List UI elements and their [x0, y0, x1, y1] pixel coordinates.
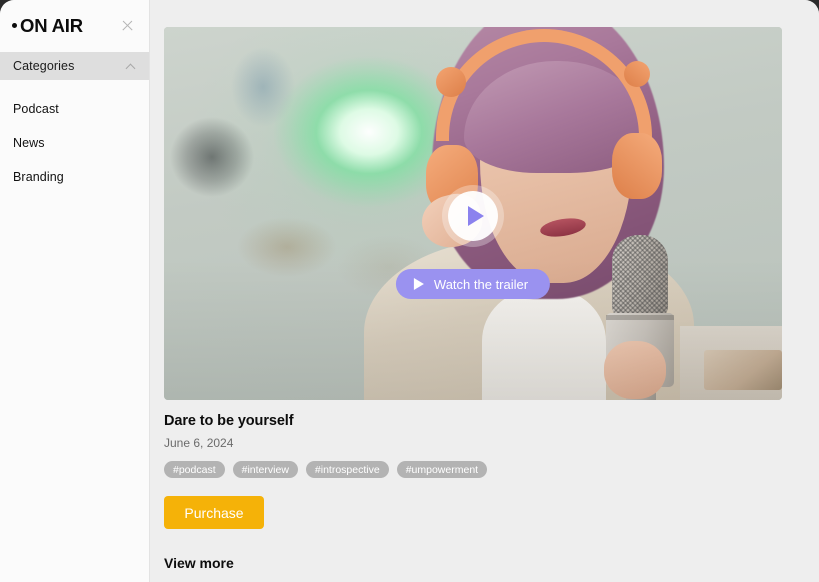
- sidebar: ON AIR Categories Podcast News Branding: [0, 0, 150, 582]
- brand-dot-icon: [12, 23, 17, 28]
- sidebar-item-branding[interactable]: Branding: [0, 160, 149, 194]
- sidebar-item-news[interactable]: News: [0, 126, 149, 160]
- view-more-heading[interactable]: View more: [164, 555, 767, 571]
- tag-chip[interactable]: #introspective: [305, 461, 389, 478]
- hero-video-player[interactable]: Watch the trailer: [164, 27, 782, 400]
- purchase-button[interactable]: Purchase: [164, 496, 264, 529]
- watch-trailer-label: Watch the trailer: [433, 276, 529, 292]
- tag-chip[interactable]: #interview: [232, 461, 298, 478]
- sidebar-nav-list: Podcast News Branding: [0, 80, 149, 194]
- main-content: Watch the trailer Dare to be yourself Ju…: [150, 0, 819, 582]
- close-icon[interactable]: [120, 18, 136, 34]
- episode-info: Dare to be yourself June 6, 2024 #podcas…: [164, 400, 767, 529]
- sidebar-item-label: Branding: [13, 170, 64, 184]
- brand-logo: ON AIR: [12, 15, 83, 37]
- watch-trailer-button[interactable]: Watch the trailer: [395, 269, 551, 299]
- tag-chip[interactable]: #umpowerment: [396, 461, 488, 478]
- play-icon: [413, 278, 424, 290]
- chevron-up-icon[interactable]: [127, 62, 136, 71]
- page-title: Dare to be yourself: [164, 413, 294, 429]
- play-icon: [467, 206, 484, 226]
- play-button[interactable]: [448, 191, 498, 241]
- tag-chip[interactable]: #podcast: [164, 461, 225, 478]
- brand-label: ON AIR: [20, 15, 83, 36]
- sidebar-categories-header[interactable]: Categories: [0, 52, 149, 80]
- tag-list: #podcast #interview #introspective #umpo…: [164, 461, 767, 478]
- sidebar-categories-label: Categories: [13, 59, 75, 73]
- app-window: ON AIR Categories Podcast News Branding: [0, 0, 819, 582]
- sidebar-item-podcast[interactable]: Podcast: [0, 92, 149, 126]
- sidebar-item-label: Podcast: [13, 102, 59, 116]
- sidebar-header: ON AIR: [0, 0, 149, 52]
- episode-date: June 6, 2024: [164, 436, 234, 450]
- sidebar-item-label: News: [13, 136, 45, 150]
